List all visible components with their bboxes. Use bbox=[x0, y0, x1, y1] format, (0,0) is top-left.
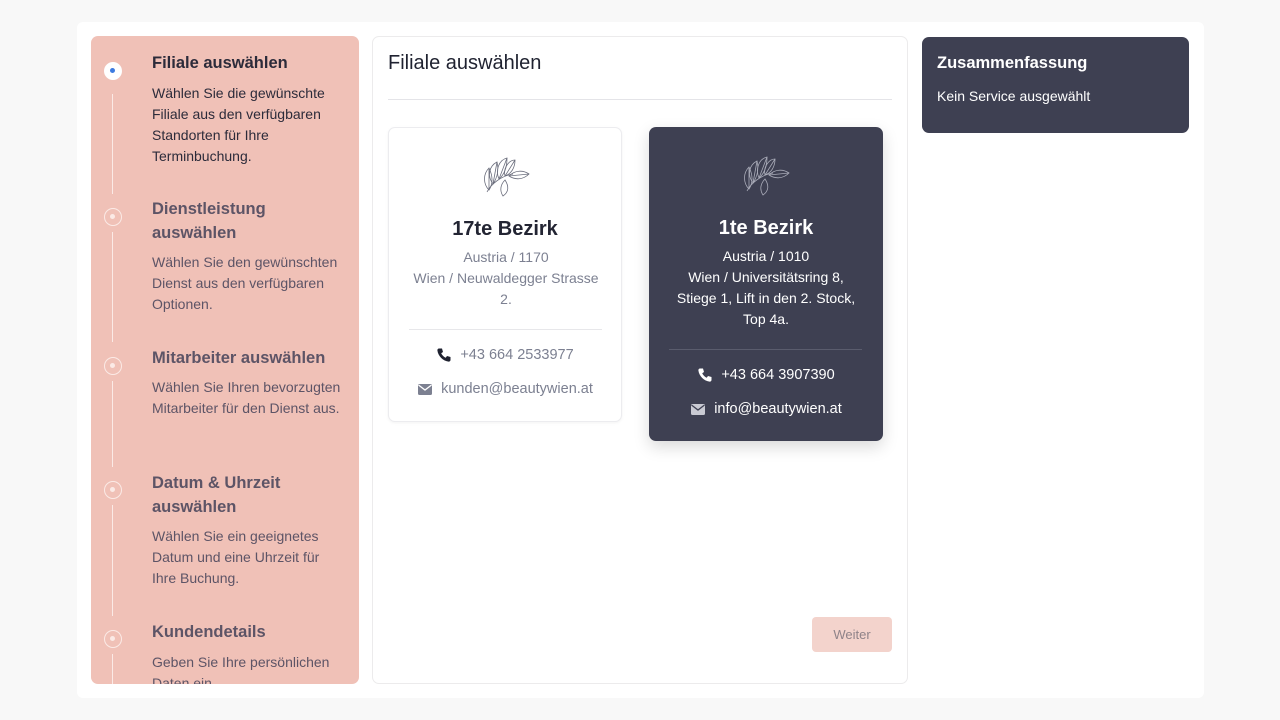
branch-country-zip: Austria / 1170 bbox=[463, 249, 549, 265]
leaf-logo-icon bbox=[484, 157, 530, 197]
branch-phone-row[interactable]: +43 664 2533977 bbox=[389, 347, 621, 363]
leaf-logo-icon bbox=[744, 156, 790, 196]
branch-phone: +43 664 2533977 bbox=[460, 347, 574, 363]
branch-address: Austria / 1170 Wien / Neuwaldegger Stras… bbox=[409, 247, 603, 310]
branch-email: info@beautywien.at bbox=[714, 401, 842, 417]
step-description: Geben Sie Ihre persönlichen Daten ein. bbox=[152, 654, 330, 684]
phone-icon bbox=[437, 348, 451, 362]
branch-name: 1te Bezirk bbox=[718, 217, 814, 239]
step-description: Wählen Sie ein geeignetes Datum und eine… bbox=[152, 528, 320, 586]
branch-card-17[interactable]: 17te Bezirk Austria / 1170 Wien / Neuwal… bbox=[388, 127, 622, 422]
step-connector bbox=[112, 94, 113, 194]
step-dot-icon bbox=[104, 208, 122, 226]
branch-phone-row[interactable]: +43 664 3907390 bbox=[649, 367, 883, 383]
branch-address: Austria / 1010 Wien / Universitätsring 8… bbox=[669, 246, 863, 330]
step-dot-icon bbox=[104, 481, 122, 499]
mail-icon bbox=[691, 404, 706, 415]
step-dot-icon bbox=[104, 357, 122, 375]
branch-email-row[interactable]: kunden@beautywien.at bbox=[389, 381, 621, 397]
branch-street: Wien / Universitätsring 8, Stiege 1, Lif… bbox=[676, 269, 856, 327]
phone-icon bbox=[698, 368, 712, 382]
step-title: Filiale auswählen bbox=[152, 54, 288, 72]
step-connector bbox=[112, 381, 113, 467]
step-title: Kundendetails bbox=[152, 623, 266, 641]
branch-selection-panel: Filiale auswählen 17te Bezirk Austria / … bbox=[372, 36, 908, 684]
card-divider bbox=[409, 329, 602, 330]
step-title: Mitarbeiter auswählen bbox=[152, 349, 326, 367]
mail-icon bbox=[418, 384, 433, 395]
step-active-dot-icon bbox=[104, 62, 122, 80]
branch-name: 17te Bezirk bbox=[452, 218, 558, 240]
step-connector bbox=[112, 654, 113, 684]
summary-text: Kein Service ausgewählt bbox=[937, 88, 1091, 104]
divider bbox=[388, 99, 892, 100]
step-dot-icon bbox=[104, 630, 122, 648]
step-title: Dienstleistung auswählen bbox=[152, 200, 266, 242]
branch-card-1-selected[interactable]: 1te Bezirk Austria / 1010 Wien / Univers… bbox=[649, 127, 883, 441]
summary-title: Zusammenfassung bbox=[937, 54, 1088, 72]
step-description: Wählen Sie Ihren bevorzugten Mitarbeiter… bbox=[152, 379, 341, 416]
next-button[interactable]: Weiter bbox=[812, 617, 892, 652]
step-description: Wählen Sie die gewünschte Filiale aus de… bbox=[152, 85, 325, 164]
step-description: Wählen Sie den gewünschten Dienst aus de… bbox=[152, 254, 338, 312]
step-connector bbox=[112, 232, 113, 342]
step-connector bbox=[112, 505, 113, 616]
booking-steps-sidebar: Filiale auswählen Wählen Sie die gewünsc… bbox=[91, 36, 359, 684]
step-title: Datum & Uhrzeit auswählen bbox=[152, 474, 281, 516]
summary-panel: Zusammenfassung Kein Service ausgewählt bbox=[922, 37, 1189, 133]
branch-phone: +43 664 3907390 bbox=[721, 367, 835, 383]
page-title: Filiale auswählen bbox=[388, 52, 542, 74]
branch-street: Wien / Neuwaldegger Strasse 2. bbox=[413, 270, 599, 307]
branch-email: kunden@beautywien.at bbox=[441, 381, 593, 397]
branch-email-row[interactable]: info@beautywien.at bbox=[649, 401, 883, 417]
card-divider bbox=[669, 349, 862, 350]
branch-country-zip: Austria / 1010 bbox=[722, 248, 810, 264]
